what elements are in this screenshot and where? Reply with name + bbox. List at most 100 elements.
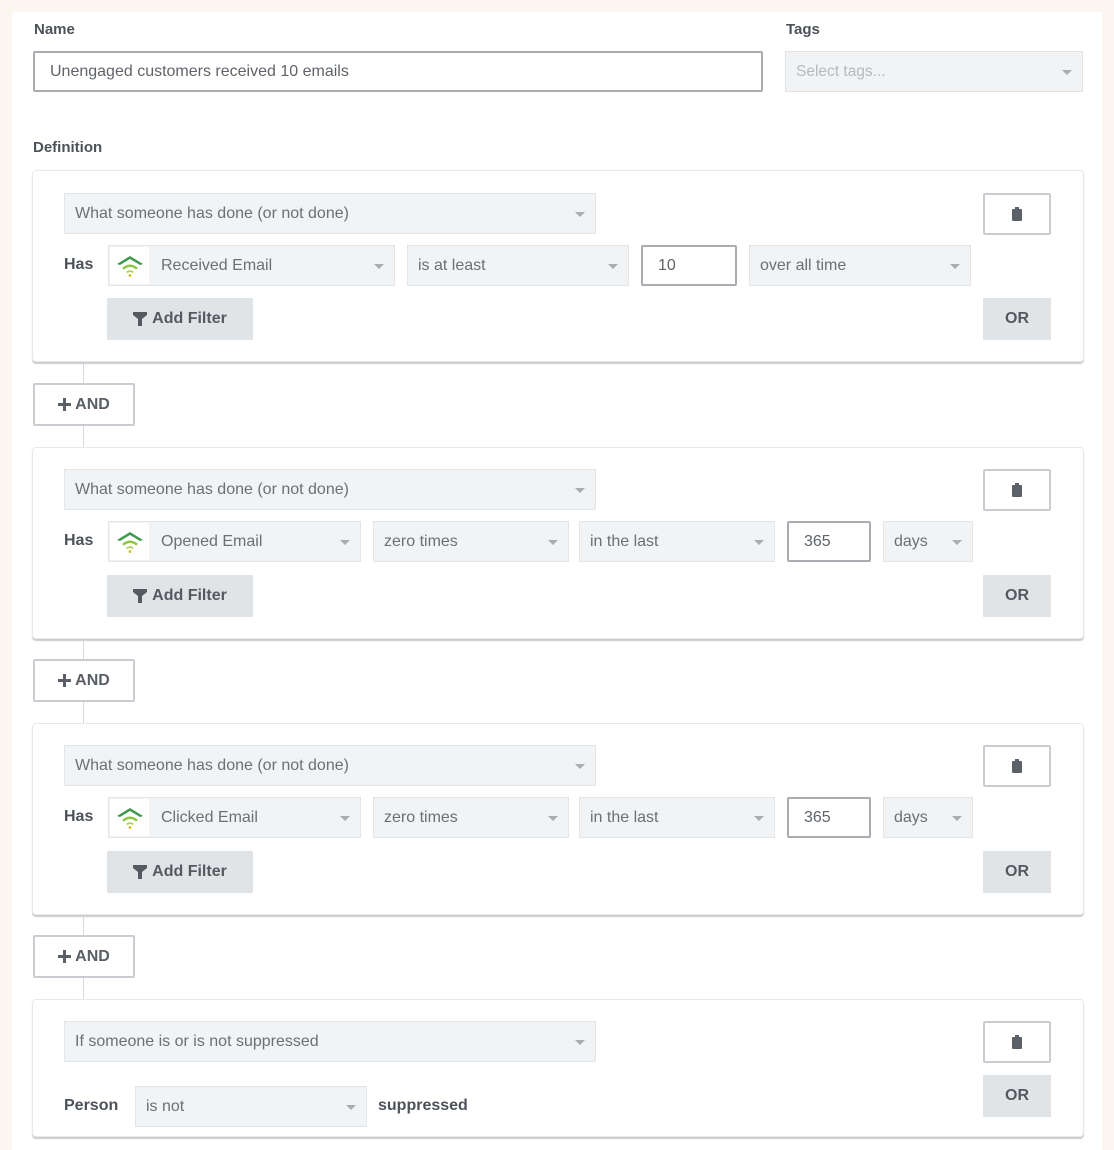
funnel-icon (133, 312, 148, 326)
or-button[interactable]: OR (983, 298, 1051, 340)
metric-value: Opened Email (161, 532, 263, 550)
condition-type-value: What someone has done (or not done) (75, 480, 349, 498)
chevron-down-icon (575, 763, 585, 769)
timeframe-value: in the last (590, 808, 659, 826)
plus-icon (58, 950, 72, 963)
condition-type-select[interactable]: What someone has done (or not done) (64, 193, 596, 234)
chevron-down-icon (575, 487, 585, 493)
suppression-operator-select[interactable]: is not (135, 1086, 367, 1127)
condition-type-value: What someone has done (or not done) (75, 204, 349, 222)
add-filter-button[interactable]: Add Filter (107, 575, 253, 617)
chevron-down-icon (346, 1104, 356, 1110)
count-value: 10 (658, 256, 676, 274)
operator-value: is at least (418, 256, 486, 274)
unit-select[interactable]: days (883, 797, 973, 838)
condition-card: If someone is or is not suppressed Perso… (32, 999, 1084, 1137)
metric-value: Received Email (161, 256, 273, 274)
connector-line (83, 701, 84, 723)
or-button[interactable]: OR (983, 1075, 1051, 1117)
trash-icon (1012, 1035, 1022, 1049)
and-label: AND (75, 395, 110, 413)
timeframe-select[interactable]: in the last (579, 521, 775, 562)
funnel-icon (133, 589, 148, 603)
unit-select[interactable]: days (883, 521, 973, 562)
timeframe-select[interactable]: in the last (579, 797, 775, 838)
or-button[interactable]: OR (983, 575, 1051, 617)
operator-select[interactable]: zero times (373, 521, 569, 562)
or-label: OR (1005, 1087, 1029, 1104)
condition-card: What someone has done (or not done) Has … (32, 723, 1084, 915)
condition-type-select[interactable]: What someone has done (or not done) (64, 469, 596, 510)
delete-condition-button[interactable] (983, 1021, 1051, 1063)
or-button[interactable]: OR (983, 851, 1051, 893)
trash-icon (1012, 483, 1022, 497)
chevron-down-icon (575, 211, 585, 217)
operator-select[interactable]: is at least (407, 245, 629, 286)
add-filter-label: Add Filter (152, 310, 227, 327)
metric-select[interactable]: Opened Email (108, 521, 361, 562)
name-input[interactable]: Unengaged customers received 10 emails (33, 51, 763, 92)
name-label: Name (34, 21, 75, 38)
connector-line (83, 425, 84, 447)
has-label: Has (64, 532, 94, 549)
condition-type-value: If someone is or is not suppressed (75, 1032, 319, 1050)
operator-select[interactable]: zero times (373, 797, 569, 838)
chevron-down-icon (1062, 69, 1072, 75)
connector-line (83, 977, 84, 999)
or-label: OR (1005, 587, 1029, 604)
add-and-button[interactable]: AND (33, 383, 135, 426)
person-label: Person (64, 1097, 119, 1114)
add-and-button[interactable]: AND (33, 935, 135, 978)
has-label: Has (64, 256, 94, 273)
condition-card: What someone has done (or not done) Has … (32, 170, 1084, 362)
count-value: 365 (804, 532, 831, 550)
count-input[interactable]: 10 (641, 245, 737, 286)
chevron-down-icon (952, 539, 962, 545)
or-label: OR (1005, 863, 1029, 880)
connector-line (83, 639, 84, 659)
tags-label: Tags (786, 21, 820, 38)
timeframe-value: in the last (590, 532, 659, 550)
or-label: OR (1005, 310, 1029, 327)
connector-line (83, 915, 84, 935)
and-label: AND (75, 671, 110, 689)
operator-value: zero times (384, 532, 458, 550)
condition-type-select[interactable]: What someone has done (or not done) (64, 745, 596, 786)
has-label: Has (64, 808, 94, 825)
delete-condition-button[interactable] (983, 469, 1051, 511)
metric-select[interactable]: Received Email (108, 245, 395, 286)
add-filter-button[interactable]: Add Filter (107, 851, 253, 893)
trash-icon (1012, 207, 1022, 221)
condition-type-select[interactable]: If someone is or is not suppressed (64, 1021, 596, 1062)
count-value: 365 (804, 808, 831, 826)
suppression-operator-value: is not (146, 1097, 185, 1115)
add-and-button[interactable]: AND (33, 659, 135, 702)
chevron-down-icon (950, 263, 960, 269)
count-input[interactable]: 365 (787, 797, 871, 838)
chevron-down-icon (340, 815, 350, 821)
trash-icon (1012, 759, 1022, 773)
count-input[interactable]: 365 (787, 521, 871, 562)
chevron-down-icon (374, 263, 384, 269)
signal-wifi-icon (110, 247, 149, 284)
add-filter-label: Add Filter (152, 587, 227, 604)
delete-condition-button[interactable] (983, 745, 1051, 787)
and-label: AND (75, 947, 110, 965)
funnel-icon (133, 865, 148, 879)
metric-select[interactable]: Clicked Email (108, 797, 361, 838)
timeframe-select[interactable]: over all time (749, 245, 971, 286)
timeframe-value: over all time (760, 256, 847, 274)
add-filter-button[interactable]: Add Filter (107, 298, 253, 340)
suppressed-label: suppressed (378, 1097, 468, 1114)
chevron-down-icon (952, 815, 962, 821)
chevron-down-icon (548, 815, 558, 821)
name-value: Unengaged customers received 10 emails (50, 62, 349, 80)
signal-wifi-icon (110, 523, 149, 560)
chevron-down-icon (754, 539, 764, 545)
plus-icon (58, 674, 72, 687)
unit-value: days (894, 808, 928, 826)
delete-condition-button[interactable] (983, 193, 1051, 235)
chevron-down-icon (575, 1039, 585, 1045)
tags-select[interactable]: Select tags... (785, 51, 1083, 92)
condition-type-value: What someone has done (or not done) (75, 756, 349, 774)
